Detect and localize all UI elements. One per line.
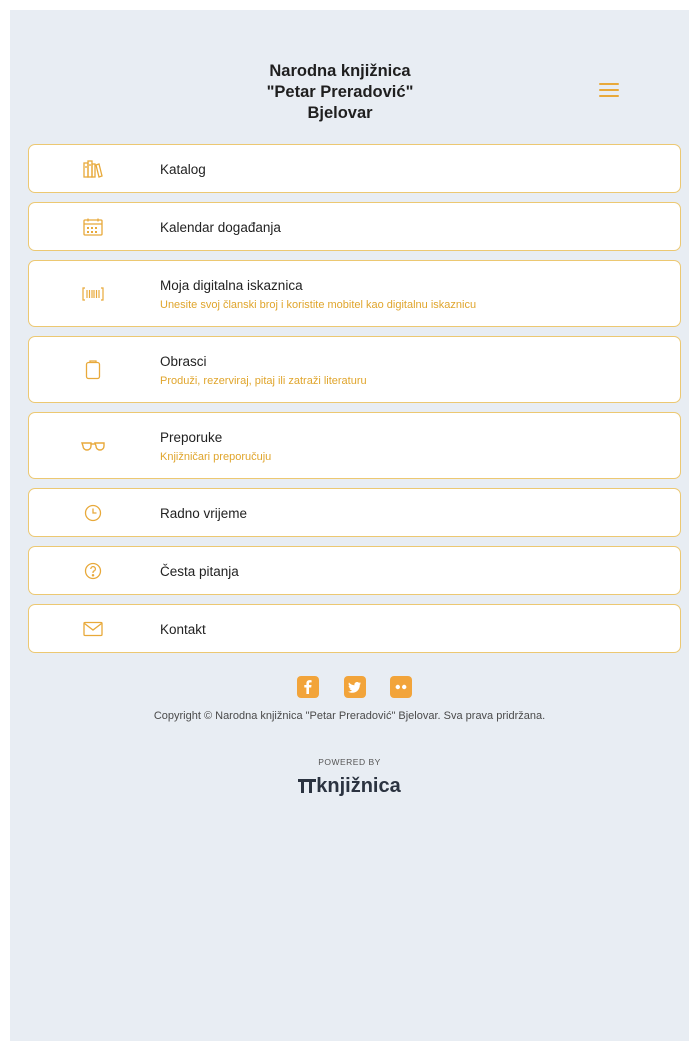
menu-item-radno-vrijeme[interactable]: Radno vrijeme <box>28 488 681 537</box>
menu-item-label: Moja digitalna iskaznica <box>160 278 303 293</box>
menu-item-obrasci[interactable]: Obrasci Produži, rezerviraj, pitaj ili z… <box>28 336 681 403</box>
title-line-3: Bjelovar <box>307 104 373 122</box>
hamburger-menu-button[interactable] <box>597 81 623 101</box>
menu-item-label: Preporuke <box>160 430 223 445</box>
twitter-icon[interactable] <box>344 676 366 698</box>
glasses-icon <box>79 435 107 457</box>
menu-item-label: Kontakt <box>160 622 206 637</box>
brand-mark-icon <box>298 777 317 800</box>
menu-item-kontakt[interactable]: Kontakt <box>28 604 681 653</box>
clock-icon <box>79 502 107 524</box>
menu-item-kalendar[interactable]: Kalendar događanja <box>28 202 681 251</box>
brand-name: knjižnica <box>316 775 401 797</box>
facebook-icon[interactable] <box>297 676 319 698</box>
title-line-1: Narodna knjižnica <box>269 62 411 80</box>
page-title: Narodna knjižnica "Petar Preradović" Bje… <box>160 61 520 124</box>
title-line-2: "Petar Preradović" <box>266 83 414 101</box>
copyright-text: Copyright © Narodna knjižnica "Petar Pre… <box>153 710 546 722</box>
brand-logo[interactable]: knjižnica <box>10 775 689 800</box>
menu-item-preporuke[interactable]: Preporuke Knjižničari preporučuju <box>28 412 681 479</box>
powered-by-label: POWERED BY <box>318 757 381 767</box>
hamburger-menu-icon <box>599 83 619 85</box>
menu-item-subtitle: Knjižničari preporučuju <box>160 451 272 463</box>
menu-item-label: Česta pitanja <box>160 564 239 579</box>
menu-item-label: Kalendar događanja <box>160 220 281 235</box>
question-icon <box>79 560 107 582</box>
header: Narodna knjižnica "Petar Preradović" Bje… <box>10 10 689 140</box>
menu-item-katalog[interactable]: Katalog <box>28 144 681 193</box>
menu-item-label: Radno vrijeme <box>160 506 248 521</box>
clipboard-icon <box>79 359 107 381</box>
menu-item-subtitle: Unesite svoj članski broj i koristite mo… <box>160 299 477 311</box>
app-screen: Narodna knjižnica "Petar Preradović" Bje… <box>10 10 689 1041</box>
menu-item-label: Obrasci <box>160 354 207 369</box>
menu-item-subtitle: Produži, rezerviraj, pitaj ili zatraži l… <box>160 375 367 387</box>
calendar-icon <box>79 216 107 238</box>
barcode-card-icon <box>79 283 107 305</box>
envelope-icon <box>79 618 107 640</box>
menu-item-digitalna-iskaznica[interactable]: Moja digitalna iskaznica Unesite svoj čl… <box>28 260 681 327</box>
flickr-icon[interactable] <box>390 676 412 698</box>
books-icon <box>79 158 107 180</box>
menu-item-cesta-pitanja[interactable]: Česta pitanja <box>28 546 681 595</box>
menu-item-label: Katalog <box>160 162 206 177</box>
